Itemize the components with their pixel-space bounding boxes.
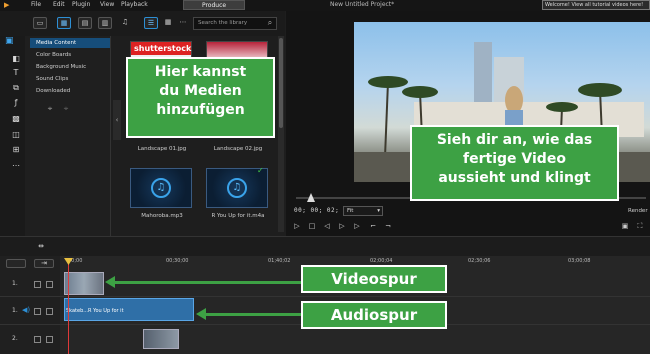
track-enable-checkbox[interactable] bbox=[34, 281, 41, 288]
zoom-fit-select[interactable]: Fit ▾ bbox=[343, 206, 383, 216]
callout-audio-track: Audiospur bbox=[301, 301, 447, 329]
subtitle-room-icon[interactable]: ⊞ bbox=[10, 145, 22, 155]
pip-room-icon[interactable]: ▩ bbox=[10, 114, 22, 124]
track-split-icon[interactable]: ⇥ bbox=[34, 259, 54, 268]
video-clip[interactable] bbox=[64, 272, 104, 295]
menu-view[interactable]: View bbox=[100, 1, 114, 8]
track-enable-checkbox[interactable] bbox=[34, 336, 41, 343]
effect-room-icon[interactable]: ƒ bbox=[10, 98, 22, 108]
track-lock-checkbox[interactable] bbox=[46, 336, 53, 343]
app-logo-icon: ▶ bbox=[4, 1, 10, 9]
track-lock-checkbox[interactable] bbox=[46, 308, 53, 315]
thumb-label: Landscape 01.jpg bbox=[137, 146, 187, 152]
arrow-video-head bbox=[105, 276, 115, 288]
audio-clip-label: Skateb...R You Up for it bbox=[66, 308, 124, 314]
category-background-music[interactable]: Background Music bbox=[30, 62, 110, 72]
timeline-toolbar bbox=[0, 236, 650, 256]
prev-frame-icon[interactable]: ◁ bbox=[322, 221, 332, 231]
callout-preview: Sieh dir an, wie das fertige Video aussi… bbox=[410, 125, 619, 201]
thumb-label: R You Up for it.m4a bbox=[211, 213, 265, 219]
fullscreen-icon[interactable]: ⛶ bbox=[635, 221, 645, 231]
media-room-icon[interactable]: ▣ bbox=[5, 35, 25, 47]
ruler-label: 02;00;04 bbox=[370, 258, 393, 264]
track-label-audio: 1. bbox=[12, 307, 18, 314]
transition-room-icon[interactable]: ⧉ bbox=[10, 83, 22, 93]
search-icon[interactable]: ⌕ bbox=[264, 17, 276, 30]
more-rooms-icon[interactable]: ⋯ bbox=[10, 161, 22, 171]
menu-playback[interactable]: Playback bbox=[121, 1, 148, 8]
ruler-label: 03;00;08 bbox=[568, 258, 591, 264]
snapshot-icon[interactable]: ▣ bbox=[620, 221, 630, 231]
arrow-audio bbox=[205, 313, 301, 316]
category-media-content[interactable]: Media Content bbox=[30, 38, 110, 48]
play-icon[interactable]: ▷ bbox=[292, 221, 302, 231]
playhead[interactable] bbox=[68, 262, 69, 354]
category-downloaded[interactable]: Downloaded bbox=[30, 86, 110, 96]
fit-timeline-icon[interactable]: ⇹ bbox=[36, 241, 46, 251]
callout-line: fertige Video bbox=[463, 151, 566, 167]
next-icon[interactable]: ▷ bbox=[352, 221, 362, 231]
callout-video-track: Videospur bbox=[301, 265, 447, 293]
shutterstock-logo: shutterstock bbox=[131, 42, 191, 55]
library-scrollbar-thumb[interactable] bbox=[279, 38, 283, 128]
chevron-down-icon: ▾ bbox=[377, 208, 380, 214]
thumb-label: Landscape 02.jpg bbox=[213, 146, 263, 152]
more-options-icon[interactable]: ⋯ bbox=[176, 17, 190, 29]
callout-media: Hier kannst du Medien hinzufügen bbox=[126, 57, 275, 138]
track-lock-checkbox[interactable] bbox=[46, 281, 53, 288]
video-filter-icon[interactable]: ▦ bbox=[57, 17, 71, 29]
tag-add-icon[interactable]: ⌖ bbox=[44, 104, 56, 114]
music-note-icon: ♫ bbox=[227, 178, 247, 198]
thumb-label: Mahoroba.mp3 bbox=[141, 213, 183, 219]
fx-room-icon[interactable]: ◧ bbox=[10, 54, 22, 64]
menu-plugin[interactable]: Plugin bbox=[72, 1, 90, 8]
music-filter-icon[interactable]: ♫ bbox=[118, 17, 132, 29]
grid-view-icon[interactable]: ▦ bbox=[161, 17, 175, 29]
title-room-icon[interactable]: T bbox=[10, 68, 22, 78]
mark-out-icon[interactable]: ¬ bbox=[383, 221, 393, 231]
produce-button[interactable]: Produce bbox=[183, 0, 245, 10]
track-divider bbox=[0, 296, 650, 297]
next-frame-icon[interactable]: ▷ bbox=[337, 221, 347, 231]
mark-in-icon[interactable]: ⌐ bbox=[368, 221, 378, 231]
ruler-label: 00;30;00 bbox=[166, 258, 189, 264]
checkmark-icon: ✓ bbox=[257, 166, 264, 175]
list-view-icon[interactable]: ☰ bbox=[144, 17, 158, 29]
ruler-label: 01;40;02 bbox=[268, 258, 291, 264]
callout-line: hinzufügen bbox=[156, 102, 245, 118]
track-manager-icon[interactable] bbox=[6, 259, 26, 268]
project-title: New Untitled Project* bbox=[330, 1, 395, 8]
arrow-audio-head bbox=[196, 308, 206, 320]
track-label-video: 1. bbox=[12, 280, 18, 287]
render-preview-label[interactable]: Render bbox=[628, 208, 648, 214]
category-color-boards[interactable]: Color Boards bbox=[30, 50, 110, 60]
video-clip[interactable] bbox=[143, 329, 179, 349]
track-enable-checkbox[interactable] bbox=[34, 308, 41, 315]
audio-filter-icon[interactable]: ▥ bbox=[98, 17, 112, 29]
image-filter-icon[interactable]: ▤ bbox=[78, 17, 92, 29]
callout-line: du Medien bbox=[159, 83, 242, 99]
particle-room-icon[interactable]: ◫ bbox=[10, 130, 22, 140]
media-thumb-audio-1[interactable]: ♫ bbox=[130, 168, 192, 208]
ruler-label: 02;30;06 bbox=[468, 258, 491, 264]
tag-remove-icon[interactable]: ⌖ bbox=[60, 104, 72, 114]
callout-line: Hier kannst bbox=[154, 64, 247, 80]
speaker-icon: ◀) bbox=[22, 306, 31, 314]
collapse-handle[interactable]: ‹ bbox=[113, 100, 121, 140]
track-label-video-2: 2. bbox=[12, 335, 18, 342]
zoom-fit-value: Fit bbox=[347, 208, 354, 214]
category-sound-clips[interactable]: Sound Clips bbox=[30, 74, 110, 84]
callout-line: aussieht und klingt bbox=[438, 170, 591, 186]
menu-edit[interactable]: Edit bbox=[53, 1, 65, 8]
menu-file[interactable]: File bbox=[31, 1, 41, 8]
arrow-video bbox=[114, 281, 301, 284]
music-note-icon: ♫ bbox=[151, 178, 171, 198]
callout-line: Sieh dir an, wie das bbox=[436, 132, 593, 148]
import-icon[interactable]: ▭ bbox=[33, 17, 47, 29]
welcome-banner[interactable]: Welcome! View all tutorial videos here! bbox=[542, 0, 650, 10]
stop-icon[interactable]: □ bbox=[307, 221, 317, 231]
